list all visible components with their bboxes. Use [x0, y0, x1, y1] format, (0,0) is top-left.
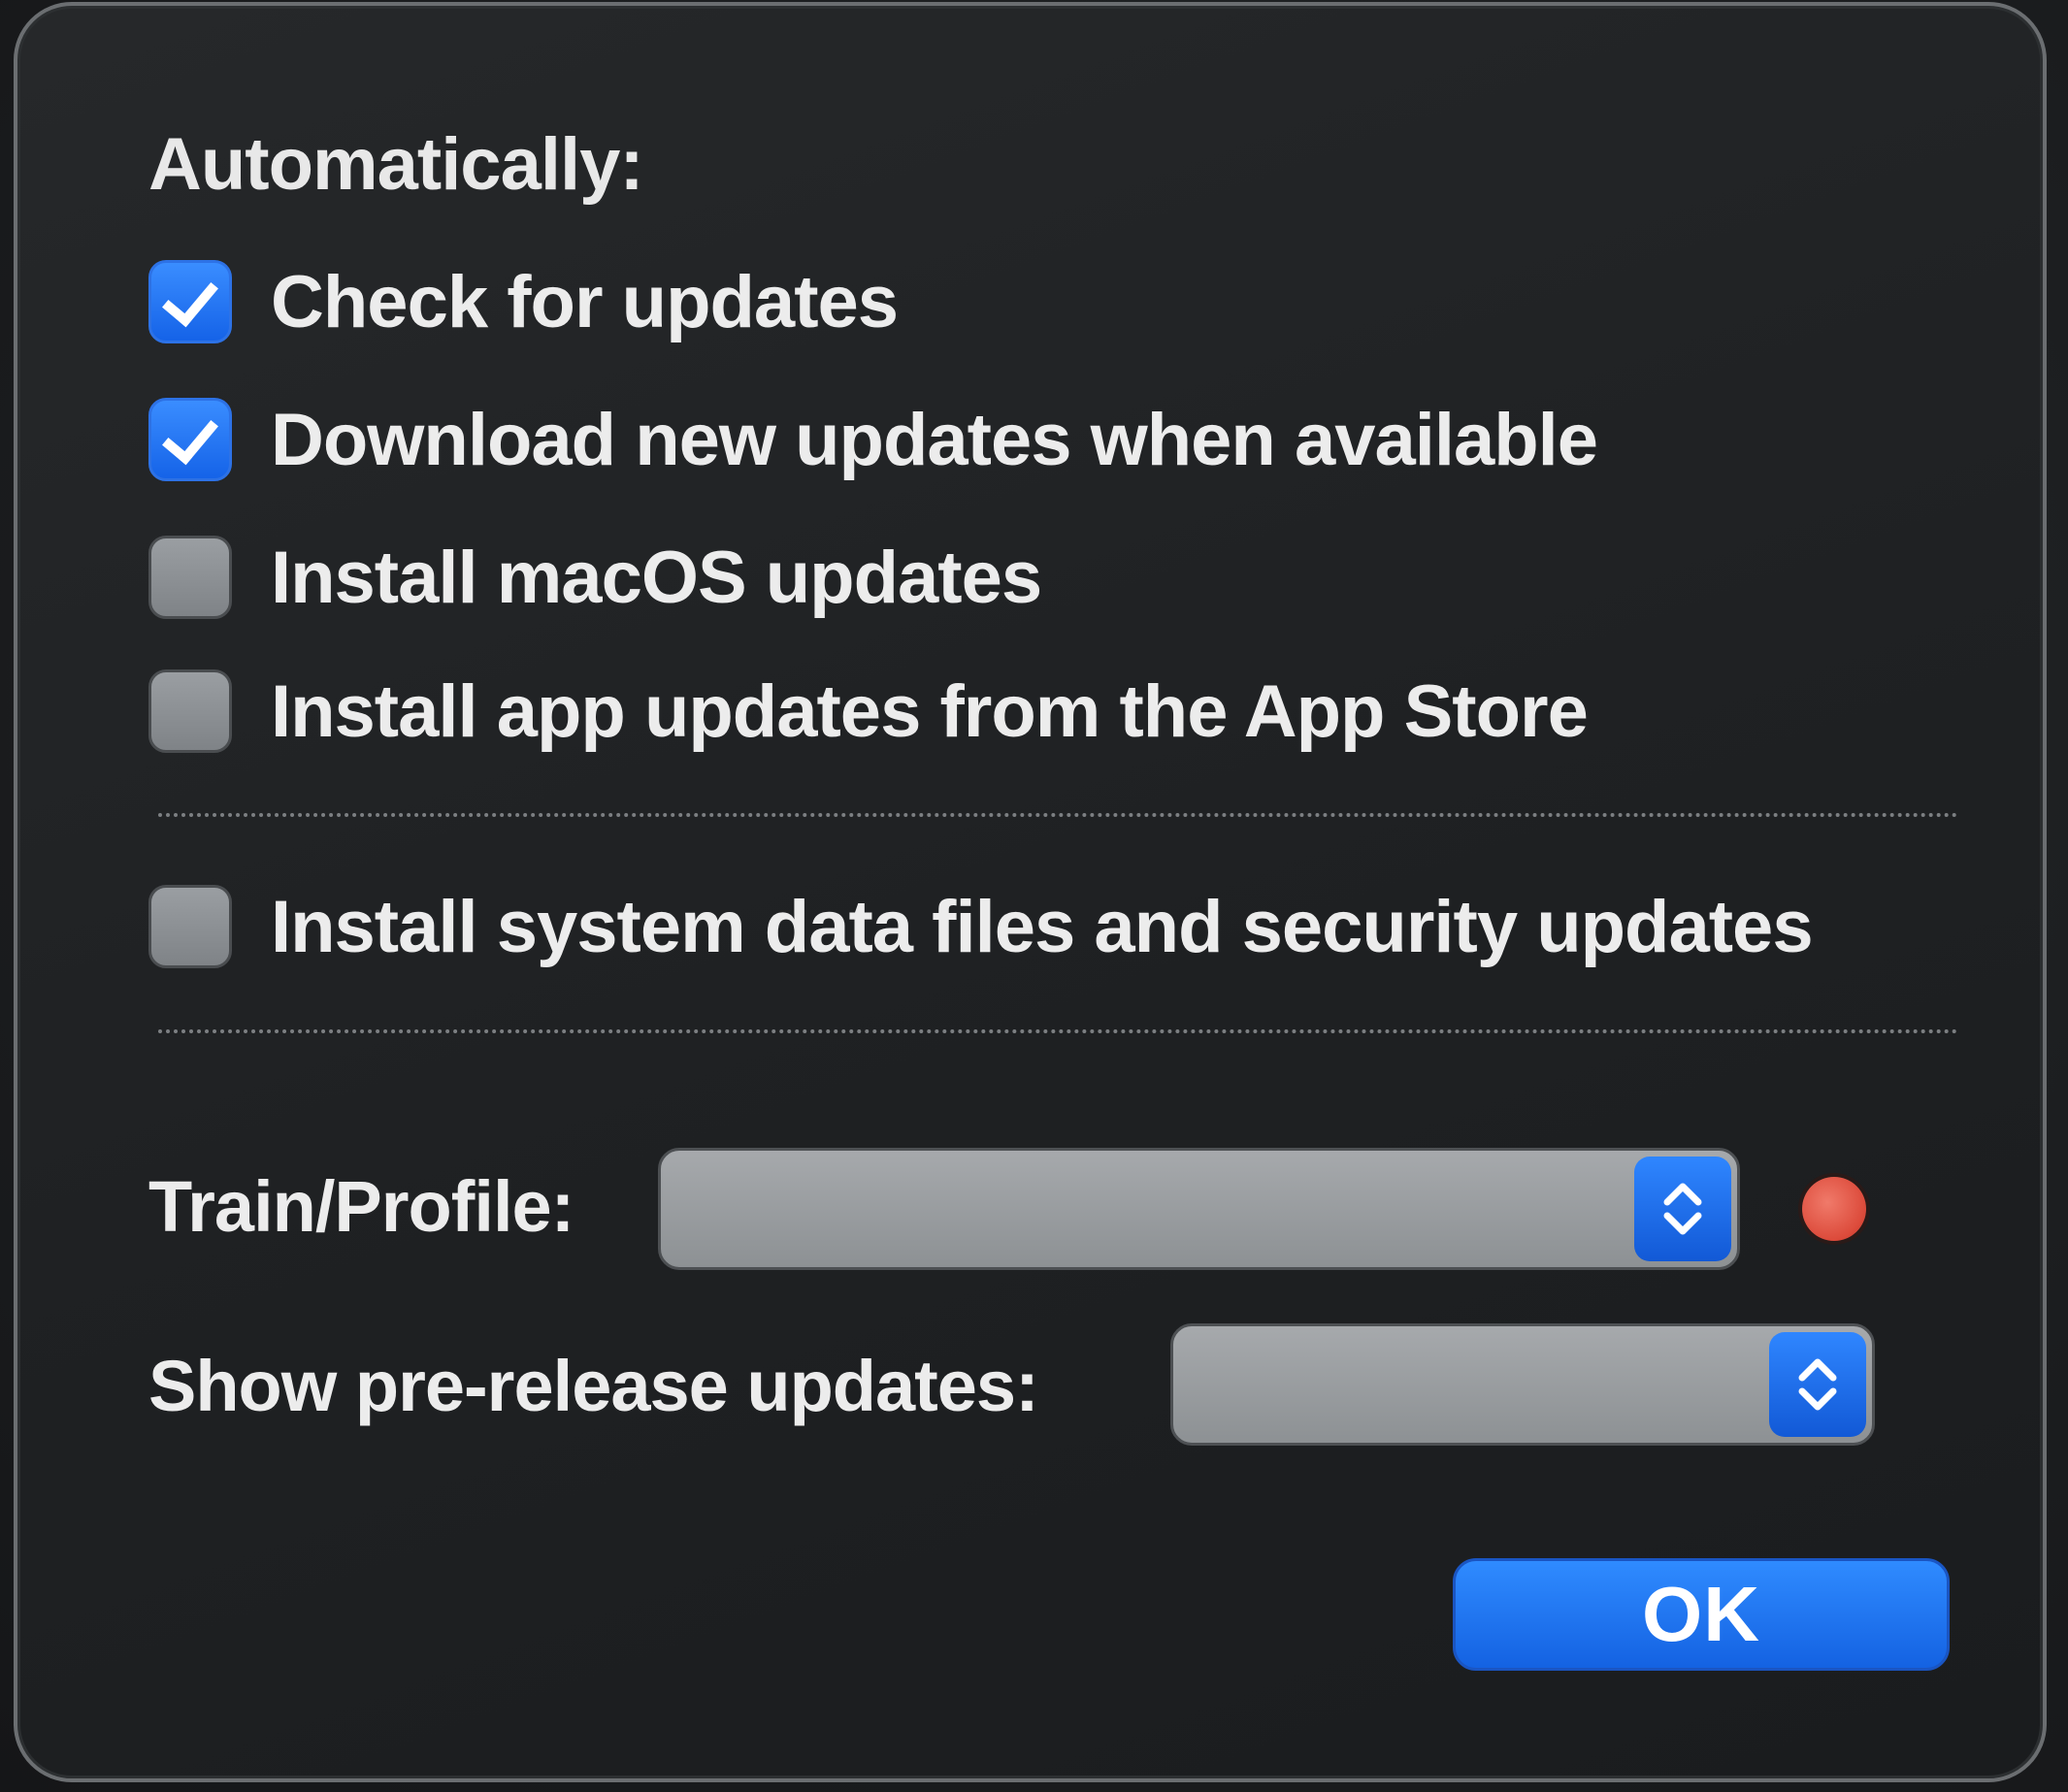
software-update-options-dialog: Automatically: Check for updates Downloa… [14, 2, 2047, 1782]
train-profile-popup[interactable] [658, 1148, 1740, 1270]
install-security-updates-checkbox[interactable] [148, 885, 232, 968]
prerelease-popup[interactable] [1170, 1323, 1875, 1446]
status-indicator [1802, 1177, 1866, 1241]
up-down-chevron-icon[interactable] [1769, 1332, 1866, 1437]
separator [158, 813, 1958, 817]
check-for-updates-option[interactable]: Check for updates [148, 258, 899, 345]
separator [158, 1029, 1958, 1033]
train-profile-label: Train/Profile: [148, 1166, 574, 1247]
install-macos-updates-label: Install macOS updates [271, 536, 1042, 619]
download-updates-checkbox[interactable] [148, 398, 232, 481]
ok-button[interactable]: OK [1453, 1558, 1950, 1671]
show-prerelease-label: Show pre-release updates: [148, 1346, 1039, 1426]
screen-background: Automatically: Check for updates Downloa… [0, 0, 2068, 1792]
install-app-updates-option[interactable]: Install app updates from the App Store [148, 668, 1589, 755]
install-app-updates-label: Install app updates from the App Store [271, 669, 1589, 753]
automatically-heading: Automatically: [148, 123, 644, 206]
install-macos-updates-option[interactable]: Install macOS updates [148, 534, 1042, 621]
download-updates-option[interactable]: Download new updates when available [148, 396, 1598, 483]
up-down-chevron-icon[interactable] [1634, 1157, 1731, 1261]
install-macos-updates-checkbox[interactable] [148, 536, 232, 619]
install-app-updates-checkbox[interactable] [148, 669, 232, 753]
check-for-updates-label: Check for updates [271, 260, 899, 343]
install-security-updates-option[interactable]: Install system data files and security u… [148, 883, 1814, 970]
download-updates-label: Download new updates when available [271, 398, 1598, 481]
check-for-updates-checkbox[interactable] [148, 260, 232, 343]
install-security-updates-label: Install system data files and security u… [271, 885, 1814, 968]
